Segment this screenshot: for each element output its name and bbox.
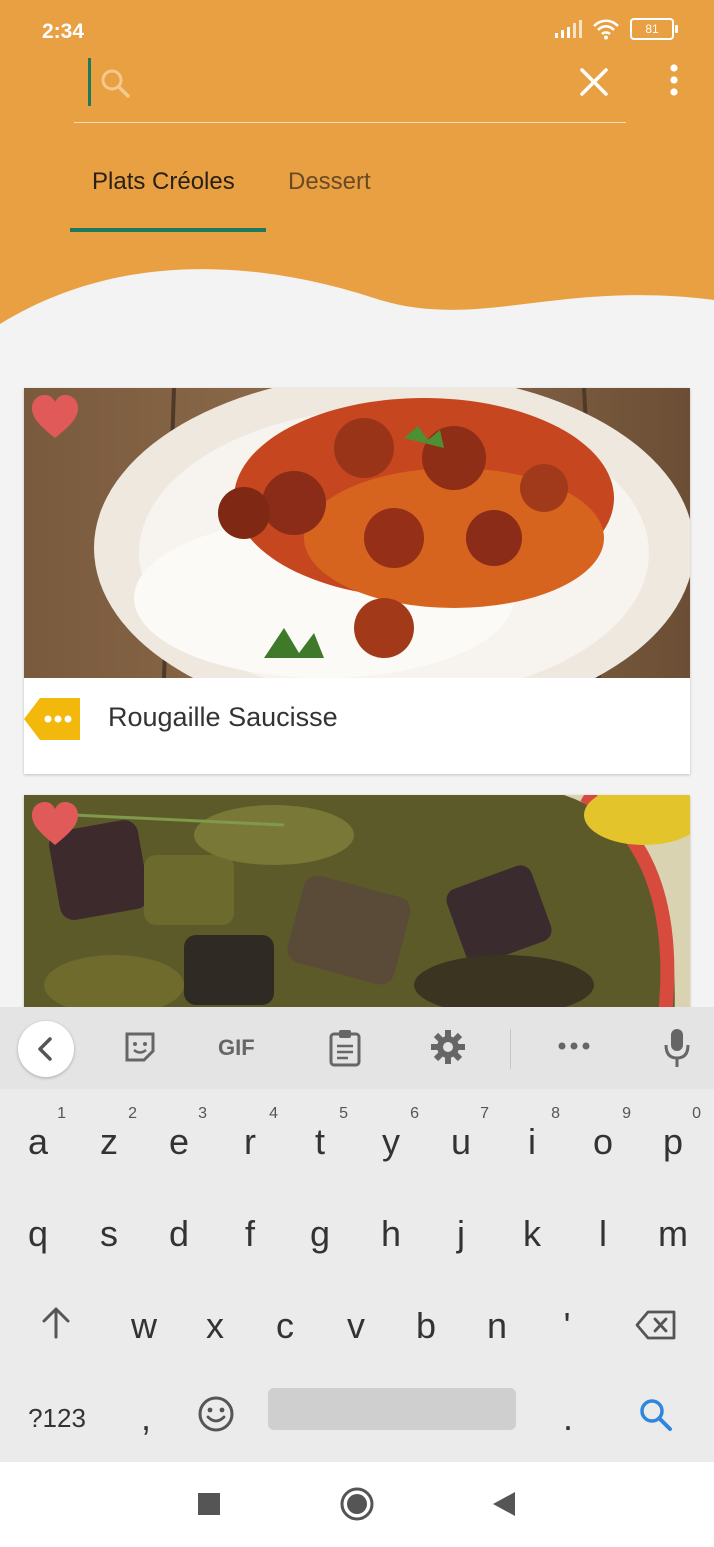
key-d[interactable]: d: [149, 1191, 209, 1271]
search-icon: [640, 1399, 672, 1431]
key-period[interactable]: .: [538, 1375, 598, 1455]
battery-icon: 81: [630, 18, 678, 40]
search-bar[interactable]: [74, 58, 626, 123]
emoji-icon: [198, 1396, 234, 1432]
key-c[interactable]: c: [255, 1283, 315, 1363]
toolbar-divider: [510, 1029, 511, 1069]
favorite-heart-icon[interactable]: [30, 801, 80, 847]
status-bar: 2:34 81: [0, 18, 714, 48]
status-time: 2:34: [42, 20, 85, 43]
search-icon: [101, 69, 130, 98]
key-g[interactable]: g: [290, 1191, 350, 1271]
tag-more-icon[interactable]: [24, 698, 80, 740]
symbols-key[interactable]: ?123: [20, 1375, 94, 1455]
backspace-icon: [635, 1310, 676, 1340]
key-comma[interactable]: ,: [116, 1375, 176, 1455]
search-key[interactable]: [626, 1375, 686, 1455]
recipe-title: Rougaille Saucisse: [108, 702, 338, 732]
category-tabs: Plats Créoles Dessert: [70, 150, 470, 234]
gif-button[interactable]: GIF: [218, 1035, 255, 1061]
close-icon[interactable]: [574, 62, 614, 102]
tab-plats-creoles[interactable]: Plats Créoles: [92, 168, 235, 196]
shift-icon: [42, 1307, 70, 1339]
clipboard-icon[interactable]: [328, 1029, 362, 1067]
keyboard-back-button[interactable]: [18, 1021, 74, 1077]
key-o[interactable]: o9: [573, 1099, 633, 1179]
key-z[interactable]: z2: [79, 1099, 139, 1179]
key-n[interactable]: n: [467, 1283, 527, 1363]
key-q[interactable]: q: [8, 1191, 68, 1271]
key-l[interactable]: l: [573, 1191, 633, 1271]
recipe-image[interactable]: [24, 795, 690, 1025]
key-f[interactable]: f: [220, 1191, 280, 1271]
favorite-heart-icon[interactable]: [30, 394, 80, 440]
back-icon[interactable]: [491, 1490, 517, 1518]
key-h[interactable]: h: [361, 1191, 421, 1271]
recipe-card[interactable]: Rougaille Saucisse: [24, 388, 690, 774]
tab-dessert[interactable]: Dessert: [288, 168, 371, 196]
key-t[interactable]: t5: [290, 1099, 350, 1179]
wifi-icon: [593, 19, 619, 40]
recipe-image[interactable]: [24, 388, 690, 678]
system-nav-bar: [0, 1462, 714, 1547]
key-s[interactable]: s: [79, 1191, 139, 1271]
key-v[interactable]: v: [326, 1283, 386, 1363]
soft-keyboard: GIF a1 z2 e3 r 4 t 5 y 6 u 7 i 8 o 9 p 0…: [0, 1007, 714, 1462]
key-i[interactable]: i8: [502, 1099, 562, 1179]
settings-icon[interactable]: [430, 1029, 466, 1065]
chevron-left-icon: [38, 1037, 52, 1061]
recipe-caption: Rougaille Saucisse: [24, 678, 690, 774]
key-j[interactable]: j: [431, 1191, 491, 1271]
header-wave: [0, 269, 714, 370]
key-y[interactable]: y6: [361, 1099, 421, 1179]
mic-icon[interactable]: [662, 1027, 692, 1069]
key-apostrophe[interactable]: ': [537, 1283, 597, 1363]
emoji-key[interactable]: [186, 1375, 246, 1455]
key-b[interactable]: b: [396, 1283, 456, 1363]
key-r[interactable]: r4: [220, 1099, 280, 1179]
key-a[interactable]: a1: [8, 1099, 68, 1179]
home-icon[interactable]: [339, 1486, 375, 1522]
key-x[interactable]: x: [185, 1283, 245, 1363]
active-tab-indicator: [70, 228, 266, 232]
key-k[interactable]: k: [502, 1191, 562, 1271]
sticker-icon[interactable]: [122, 1029, 158, 1065]
key-p[interactable]: p0: [643, 1099, 703, 1179]
space-bar[interactable]: [268, 1388, 516, 1430]
recents-icon[interactable]: [197, 1492, 221, 1516]
shift-key[interactable]: [26, 1283, 86, 1363]
key-e[interactable]: e3: [149, 1099, 209, 1179]
key-m[interactable]: m: [643, 1191, 703, 1271]
more-vert-icon[interactable]: [660, 62, 688, 102]
signal-icon: [555, 20, 582, 38]
recipe-card[interactable]: [24, 795, 690, 1025]
key-u[interactable]: u7: [431, 1099, 491, 1179]
text-cursor: [88, 58, 91, 106]
backspace-key[interactable]: [626, 1283, 686, 1363]
keyboard-toolbar: GIF: [0, 1007, 714, 1089]
more-horiz-icon[interactable]: [556, 1039, 592, 1053]
key-w[interactable]: w: [114, 1283, 174, 1363]
search-input[interactable]: [134, 64, 558, 106]
